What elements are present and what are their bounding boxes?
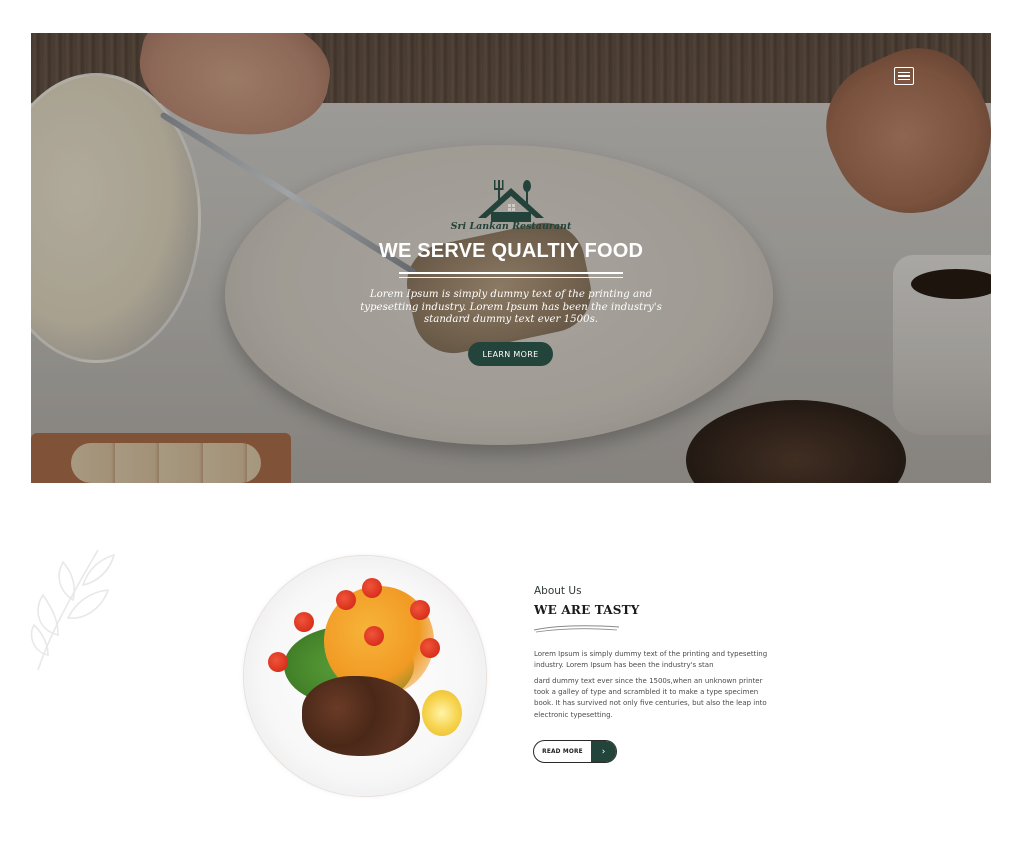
plate-tomato <box>294 612 314 632</box>
hamburger-menu-icon[interactable] <box>894 67 914 85</box>
plate-tomato <box>362 578 382 598</box>
menu-line <box>898 71 910 74</box>
leaf-decoration-icon <box>30 549 116 671</box>
about-paragraph-1: Lorem Ipsum is simply dummy text of the … <box>534 650 768 669</box>
about-paragraph-2: dard dummy text ever since the 1500s,whe… <box>534 677 767 719</box>
learn-more-button[interactable]: LEARN MORE <box>468 342 553 366</box>
title-divider <box>399 272 623 274</box>
plate-tomato <box>364 626 384 646</box>
title-underline-decoration <box>533 625 620 633</box>
plate-tomato <box>336 590 356 610</box>
hero-subtitle: Lorem Ipsum is simply dummy text of the … <box>360 289 662 325</box>
about-section-title: WE ARE TASTY <box>534 603 640 617</box>
plate-tomato <box>268 652 288 672</box>
read-more-button[interactable]: READ MORE › <box>533 740 617 763</box>
menu-line <box>898 78 910 81</box>
hero-title: WE SERVE QUALTIY FOOD <box>378 240 644 262</box>
hero-banner: Sri Lankan Restaurant WE SERVE QUALTIY F… <box>31 33 991 483</box>
chevron-right-icon: › <box>591 741 616 762</box>
plate-meat <box>302 676 420 756</box>
plate-tomato <box>410 600 430 620</box>
title-divider <box>399 277 623 278</box>
plate-lemon <box>422 690 462 736</box>
plate-tomato <box>420 638 440 658</box>
food-plate-image <box>244 556 486 796</box>
read-more-label: READ MORE <box>542 748 583 755</box>
about-section-label: About Us <box>534 585 582 597</box>
menu-line <box>898 75 910 77</box>
restaurant-logo-text: Sri Lankan Restaurant <box>450 221 572 232</box>
